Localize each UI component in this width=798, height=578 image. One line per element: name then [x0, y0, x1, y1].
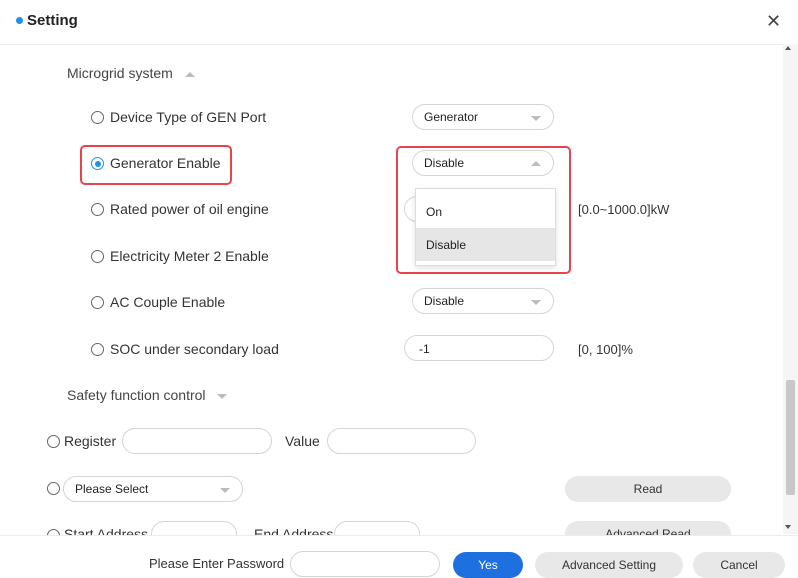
generator-enable-dropdown: On Disable	[415, 188, 556, 266]
rated-power-unit: [0.0~1000.0]kW	[578, 202, 670, 217]
start-address-label: Start Address	[64, 526, 149, 535]
scrollbar-thumb[interactable]	[786, 380, 795, 495]
soc-unit: [0, 100]%	[578, 342, 633, 357]
scroll-up-icon[interactable]	[785, 46, 791, 50]
value-label: Value	[285, 433, 320, 449]
register-label: Register	[64, 433, 117, 449]
device-type-value: Generator	[424, 110, 479, 124]
soc-input[interactable]: -1	[404, 335, 554, 361]
chevron-down-icon	[531, 300, 541, 305]
section-safety-label: Safety function control	[67, 387, 206, 403]
device-type-label: Device Type of GEN Port	[110, 109, 267, 125]
password-input[interactable]	[290, 551, 440, 577]
radio-select-row[interactable]	[47, 482, 60, 495]
settings-content[interactable]: Microgrid system Device Type of GEN Port…	[0, 45, 783, 535]
close-icon[interactable]: ✕	[766, 11, 781, 32]
dialog-header: Setting ✕	[0, 0, 798, 45]
section-safety[interactable]: Safety function control	[67, 387, 228, 403]
read-button[interactable]: Read	[565, 476, 731, 502]
radio-register[interactable]	[47, 435, 60, 448]
device-type-select[interactable]: Generator	[412, 104, 554, 130]
start-address-input[interactable]	[151, 521, 237, 535]
ac-couple-select[interactable]: Disable	[412, 288, 554, 314]
meter2-label: Electricity Meter 2 Enable	[110, 248, 269, 264]
chevron-down-icon	[217, 393, 228, 399]
register-select-placeholder: Please Select	[75, 482, 149, 496]
section-microgrid-label: Microgrid system	[67, 65, 173, 81]
value-input[interactable]	[327, 428, 476, 454]
radio-meter2[interactable]	[91, 250, 104, 263]
ac-couple-label: AC Couple Enable	[110, 294, 226, 310]
advanced-setting-button[interactable]: Advanced Setting	[535, 552, 683, 578]
scroll-down-icon[interactable]	[785, 525, 791, 529]
yes-button[interactable]: Yes	[453, 552, 523, 578]
password-label: Please Enter Password	[149, 556, 285, 571]
dropdown-option-on[interactable]: On	[416, 195, 555, 228]
generator-enable-label: Generator Enable	[110, 155, 221, 171]
chevron-down-icon	[220, 488, 230, 493]
ac-couple-value: Disable	[424, 294, 465, 308]
radio-ac-couple[interactable]	[91, 296, 104, 309]
section-microgrid[interactable]: Microgrid system	[67, 65, 195, 81]
soc-value: -1	[419, 342, 430, 356]
radio-soc[interactable]	[91, 343, 104, 356]
radio-device-type[interactable]	[91, 111, 104, 124]
dialog-title: Setting	[27, 12, 78, 29]
chevron-up-icon	[184, 71, 195, 77]
dialog-footer: Please Enter Password Yes Advanced Setti…	[0, 535, 798, 578]
radio-generator-enable[interactable]	[91, 157, 104, 170]
cancel-button[interactable]: Cancel	[693, 552, 785, 578]
end-address-input[interactable]	[334, 521, 420, 535]
soc-label: SOC under secondary load	[110, 341, 279, 357]
end-address-label: End Address	[254, 526, 334, 535]
chevron-down-icon	[531, 116, 541, 121]
advanced-read-button[interactable]: Advanced Read	[565, 521, 731, 535]
dropdown-option-disable[interactable]: Disable	[416, 228, 555, 261]
register-select[interactable]: Please Select	[63, 476, 243, 502]
rated-power-label: Rated power of oil engine	[110, 201, 269, 217]
title-dot-icon	[16, 17, 23, 24]
register-input[interactable]	[122, 428, 272, 454]
radio-rated-power[interactable]	[91, 203, 104, 216]
